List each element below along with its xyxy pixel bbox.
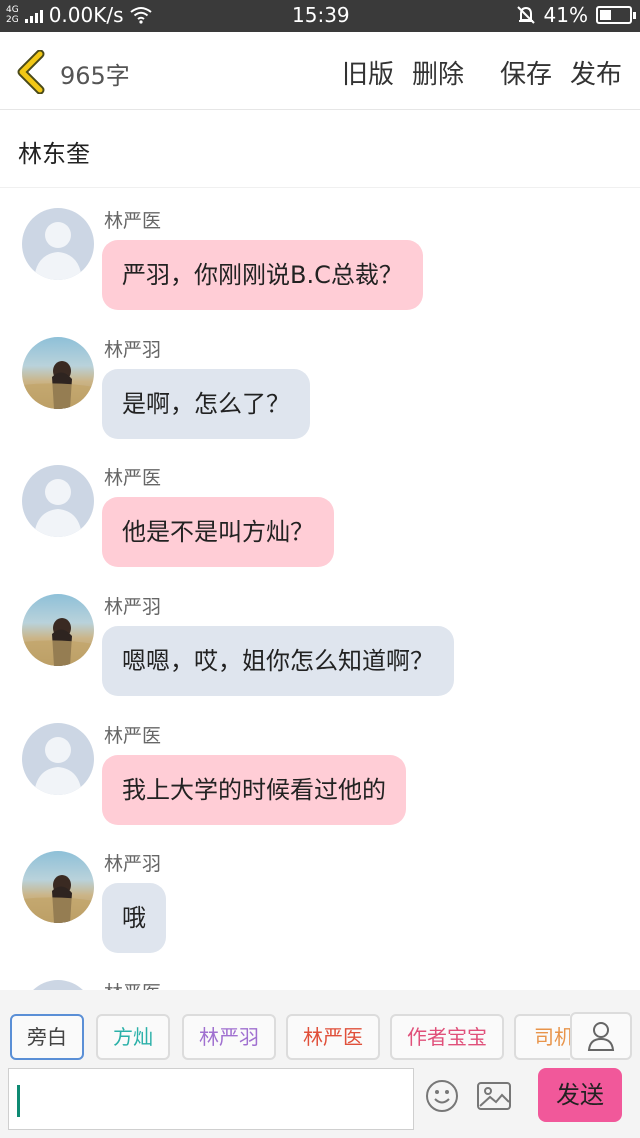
mute-bell-icon [516,6,535,24]
composer: 旁白 方灿 林严羽 林严医 作者宝宝 司机 发送 [0,990,640,1138]
emoji-icon[interactable] [424,1078,460,1114]
delete-button[interactable]: 删除 [412,54,464,91]
sender-name: 林严医 [104,725,162,747]
message-bubble[interactable]: 嗯嗯，哎，姐你怎么知道啊？ [102,626,454,696]
character-chip[interactable]: 作者宝宝 [390,1014,504,1060]
status-bar: 4G 2G 0.00K/s 15:39 41% [0,0,640,32]
battery-icon [596,6,636,24]
default-avatar[interactable] [22,980,94,990]
sender-name: 林严羽 [104,596,162,618]
old-version-button[interactable]: 旧版 [342,54,394,91]
editor-header: 965字 旧版 删除 保存 发布 [0,32,640,110]
character-chip[interactable]: 司机 [514,1014,570,1060]
signal-icon [24,7,43,23]
message-input[interactable] [8,1068,414,1130]
message-bubble[interactable]: 哦 [102,883,166,953]
sender-name: 林严羽 [104,339,162,361]
chapter-title-bar[interactable]: 林东奎 [0,110,640,188]
message-bubble[interactable]: 他是不是叫方灿？ [102,497,334,567]
net-speed: 0.00K/s [48,3,124,27]
wifi-icon [129,7,152,24]
default-avatar[interactable] [22,208,94,280]
character-chip[interactable]: 林严羽 [182,1014,276,1060]
character-chip-narrator[interactable]: 旁白 [10,1014,84,1060]
photo-avatar[interactable] [22,337,94,409]
word-count: 965字 [60,62,130,90]
photo-avatar[interactable] [22,594,94,666]
sender-name: 林严医 [104,467,162,489]
character-chip[interactable]: 方灿 [96,1014,170,1060]
text-caret [17,1085,20,1117]
image-icon[interactable] [476,1080,512,1112]
photo-avatar[interactable] [22,851,94,923]
back-chevron-icon[interactable] [14,50,54,94]
user-icon[interactable] [570,1012,632,1060]
send-button[interactable]: 发送 [538,1068,622,1122]
default-avatar[interactable] [22,465,94,537]
clock: 15:39 [292,3,350,27]
chapter-title: 林东奎 [18,140,90,168]
publish-button[interactable]: 发布 [570,54,622,91]
default-avatar[interactable] [22,723,94,795]
character-chip[interactable]: 林严医 [286,1014,380,1060]
battery-percent: 41% [543,3,588,27]
network-type: 4G 2G [6,5,19,25]
message-bubble[interactable]: 严羽，你刚刚说B.C总裁？ [102,240,423,310]
save-button[interactable]: 保存 [500,54,552,91]
message-bubble[interactable]: 我上大学的时候看过他的 [102,755,406,825]
character-selector[interactable]: 旁白 方灿 林严羽 林严医 作者宝宝 司机 [0,1014,570,1060]
sender-name: 林严羽 [104,853,162,875]
message-list[interactable]: 林严医 严羽，你刚刚说B.C总裁？ 林严羽 是啊，怎么了？ 林严医 他是不是叫方… [0,188,640,990]
sender-name: 林严医 [104,978,161,990]
message-bubble[interactable]: 是啊，怎么了？ [102,369,310,439]
sender-name: 林严医 [104,210,162,232]
